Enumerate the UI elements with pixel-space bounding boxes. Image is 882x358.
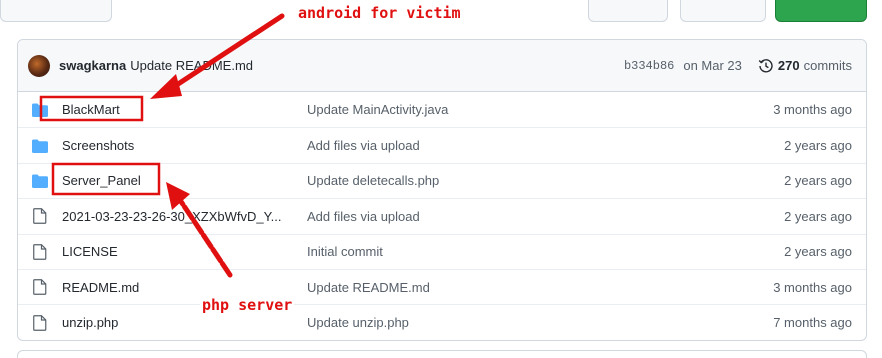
file-icon bbox=[32, 279, 48, 295]
file-row[interactable]: BlackMart Update MainActivity.java 3 month… bbox=[18, 92, 866, 127]
latest-commit-bar: swagkarna Update README.md b334b86 on Ma… bbox=[18, 40, 866, 92]
file-row[interactable]: 2021-03-23-23-26-30_XZXbWfvD_Y... Add fil… bbox=[18, 198, 866, 233]
folder-icon bbox=[32, 138, 48, 154]
commit-author[interactable]: swagkarna bbox=[59, 58, 126, 73]
file-icon bbox=[33, 279, 47, 295]
file-name-link[interactable]: unzip.php bbox=[62, 315, 307, 330]
commit-date: on Mar 23 bbox=[683, 58, 742, 73]
file-commit-message[interactable]: Add files via upload bbox=[307, 138, 687, 153]
toolbar-button[interactable] bbox=[680, 0, 766, 22]
file-list: BlackMart Update MainActivity.java 3 month… bbox=[18, 92, 866, 340]
toolbar-button[interactable] bbox=[588, 0, 668, 22]
file-commit-message[interactable]: Add files via upload bbox=[307, 209, 687, 224]
file-name-link[interactable]: 2021-03-23-23-26-30_XZXbWfvD_Y... bbox=[62, 209, 307, 224]
file-row[interactable]: Server_Panel Update deletecalls.php 2 year… bbox=[18, 162, 866, 198]
avatar[interactable] bbox=[28, 54, 50, 77]
file-commit-age: 2 years ago bbox=[784, 138, 852, 154]
folder-icon bbox=[32, 173, 48, 189]
commit-history-link[interactable]: 270 commits bbox=[758, 58, 852, 74]
file-row[interactable]: Screenshots Add files via upload 2 years a… bbox=[18, 127, 866, 162]
file-commit-age: 2 years ago bbox=[784, 208, 852, 224]
file-commit-message[interactable]: Update unzip.php bbox=[307, 315, 687, 330]
folder-icon bbox=[32, 174, 48, 188]
file-commit-message[interactable]: Initial commit bbox=[307, 244, 687, 259]
file-icon bbox=[32, 243, 48, 260]
file-commit-message[interactable]: Update README.md bbox=[307, 280, 687, 295]
commit-sha[interactable]: b334b86 bbox=[624, 59, 674, 73]
folder-icon bbox=[32, 139, 48, 153]
commit-count-label: commits bbox=[803, 58, 852, 73]
folder-icon bbox=[32, 103, 48, 117]
toolbar-button[interactable] bbox=[0, 0, 112, 22]
file-name-link[interactable]: Screenshots bbox=[62, 138, 307, 153]
code-button[interactable] bbox=[775, 0, 867, 22]
file-browser: swagkarna Update README.md b334b86 on Ma… bbox=[17, 39, 867, 341]
file-name-link[interactable]: LICENSE bbox=[62, 244, 307, 259]
file-row[interactable]: README.md Update README.md 3 months ago bbox=[18, 268, 866, 304]
file-commit-age: 2 years ago bbox=[784, 173, 852, 189]
file-row[interactable]: unzip.php Update unzip.php 7 months ago bbox=[18, 304, 866, 339]
commit-message[interactable]: Update README.md bbox=[130, 58, 253, 73]
file-commit-age: 2 years ago bbox=[784, 244, 852, 260]
file-icon bbox=[33, 243, 47, 260]
file-icon bbox=[33, 314, 47, 331]
file-name-link[interactable]: Server_Panel bbox=[62, 173, 307, 188]
history-icon bbox=[758, 58, 773, 72]
file-icon bbox=[32, 314, 48, 331]
file-name-link[interactable]: README.md bbox=[62, 280, 307, 295]
readme-box bbox=[17, 350, 867, 358]
file-commit-age: 3 months ago bbox=[773, 102, 852, 118]
file-icon bbox=[32, 208, 48, 225]
file-icon bbox=[33, 208, 47, 225]
commit-count: 270 bbox=[777, 58, 800, 73]
file-commit-message[interactable]: Update MainActivity.java bbox=[307, 102, 687, 117]
file-commit-age: 3 months ago bbox=[773, 279, 852, 295]
file-name-link[interactable]: BlackMart bbox=[62, 102, 307, 117]
file-row[interactable]: LICENSE Initial commit 2 years ago bbox=[18, 233, 866, 269]
folder-icon bbox=[32, 102, 48, 118]
annotation-android: android for victim bbox=[298, 4, 461, 22]
file-commit-age: 7 months ago bbox=[773, 315, 852, 331]
file-commit-message[interactable]: Update deletecalls.php bbox=[307, 173, 687, 188]
